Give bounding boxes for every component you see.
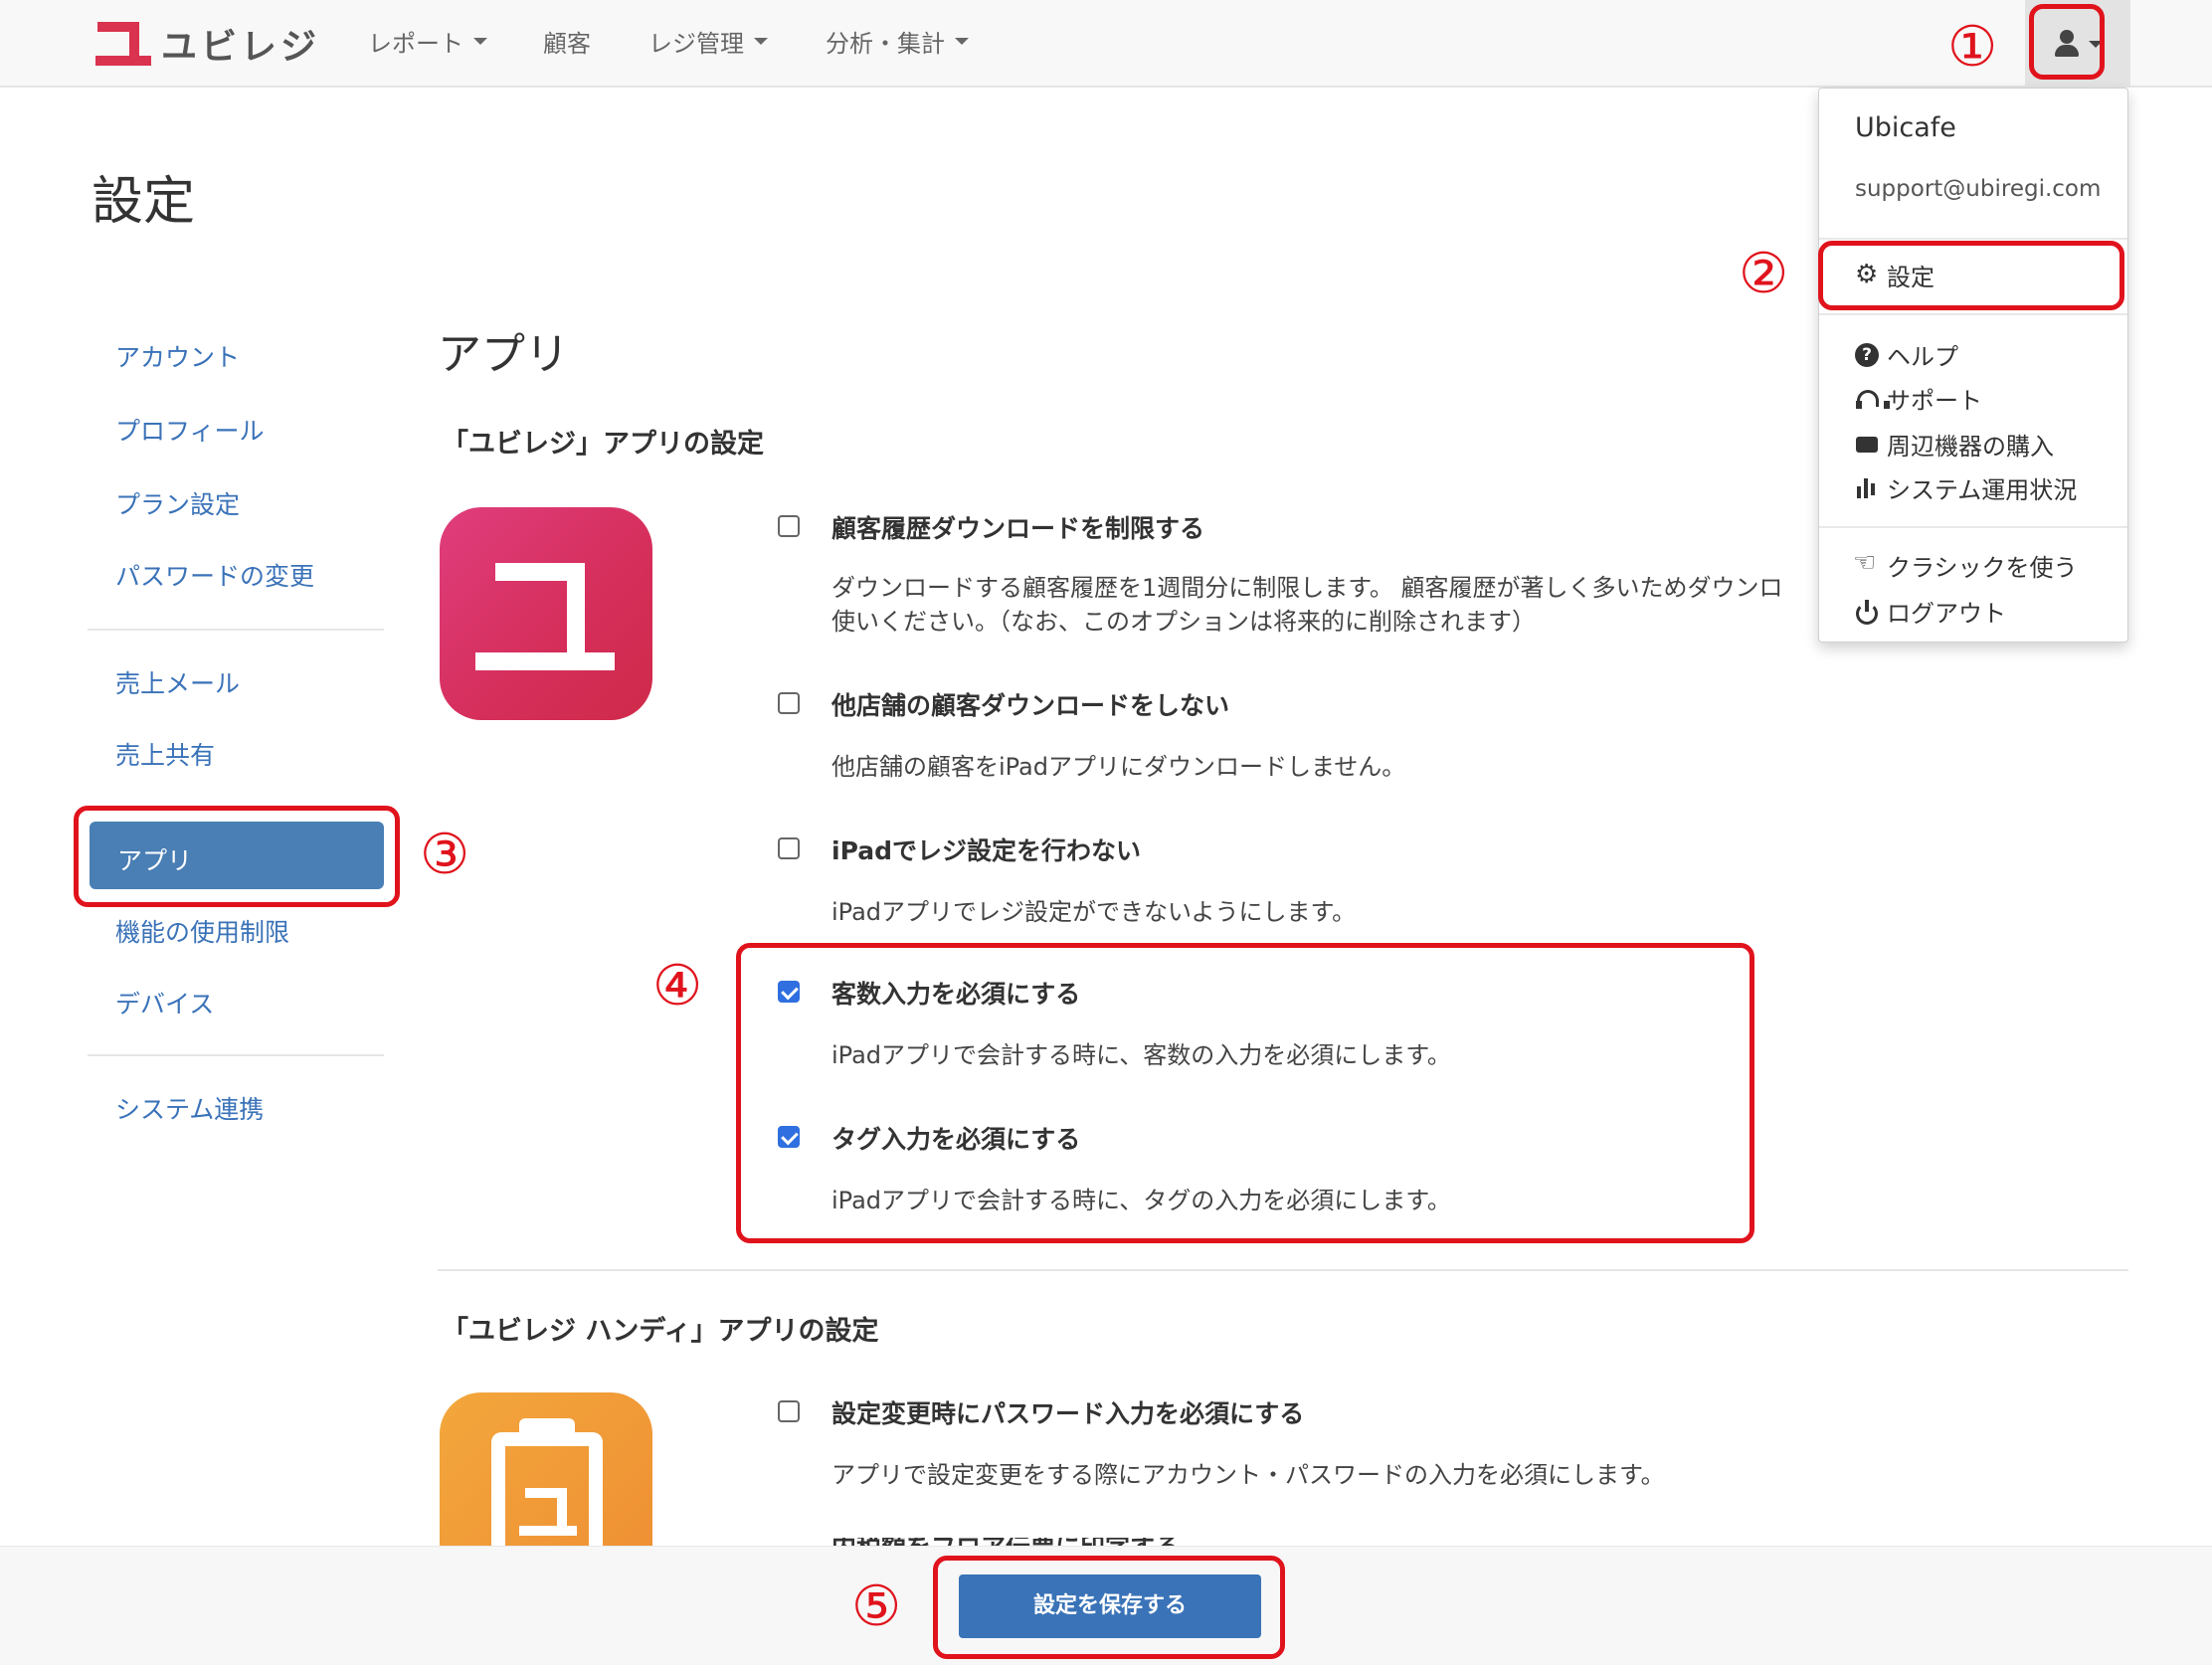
user-email: support@ubiregi.com: [1855, 176, 2102, 202]
sidebar-item-feature-limits[interactable]: 機能の使用制限: [115, 913, 289, 949]
section-divider: [438, 1269, 2128, 1271]
option-label: 設定変更時にパスワード入力を必須にする: [831, 1399, 1305, 1428]
top-navbar: ユビレジ レポート 顧客 レジ管理 分析・集計: [0, 0, 2212, 88]
sidebar-item-account[interactable]: アカウント: [115, 338, 240, 374]
nav-register-management[interactable]: レジ管理: [648, 24, 768, 59]
menu-item-peripherals[interactable]: 周辺機器の購入: [1855, 427, 2054, 462]
nav-analytics[interactable]: 分析・集計: [826, 24, 969, 59]
handy-settings-heading: 「ユビレジ ハンディ」アプリの設定: [442, 1316, 879, 1347]
annotation-box-5: [933, 1556, 1285, 1659]
brand-mark-icon: [95, 22, 153, 66]
sidebar-item-profile[interactable]: プロフィール: [115, 412, 265, 448]
option-label: 他店舗の顧客ダウンロードをしない: [831, 691, 1230, 720]
caret-down-icon: [955, 38, 969, 45]
sidebar-divider: [88, 629, 384, 631]
require-password-on-change-checkbox[interactable]: [778, 1400, 800, 1422]
sidebar-item-sales-share[interactable]: 売上共有: [115, 736, 215, 772]
sidebar-divider: [88, 1054, 384, 1056]
option-label: 顧客履歴ダウンロードを制限する: [831, 514, 1205, 543]
headphones-icon: [1855, 387, 1890, 411]
annotation-number-1: ①: [1947, 15, 1998, 80]
annotation-box-2: [1818, 241, 2124, 310]
sidebar-item-devices[interactable]: デバイス: [115, 985, 214, 1020]
restrict-history-download-checkbox[interactable]: [778, 515, 800, 537]
question-circle-icon: ?: [1855, 342, 1879, 367]
no-ipad-register-settings-checkbox[interactable]: [778, 837, 800, 859]
caret-down-icon: [754, 38, 768, 45]
menu-item-system-status[interactable]: システム運用状況: [1855, 470, 2077, 505]
power-icon: [1855, 599, 1879, 625]
option-description: ダウンロードする顧客履歴を1週間分に制限します。 顧客履歴が著しく多いためダウン…: [831, 574, 1783, 602]
bar-chart-icon: [1855, 476, 1879, 500]
menu-divider: [1819, 526, 2127, 528]
annotation-box-3: [74, 806, 400, 907]
annotation-number-4: ④: [652, 954, 703, 1018]
sidebar-item-sales-mail[interactable]: 売上メール: [115, 664, 240, 700]
hdd-icon: [1855, 433, 1879, 457]
page-title: 設定: [92, 172, 196, 232]
menu-item-support[interactable]: サポート: [1855, 381, 1982, 416]
annotation-number-2: ②: [1739, 242, 1789, 306]
caret-down-icon: [473, 38, 487, 45]
sidebar-item-plan[interactable]: プラン設定: [115, 485, 240, 521]
nav-customers[interactable]: 顧客: [543, 24, 591, 59]
menu-item-help[interactable]: ? ヘルプ: [1855, 337, 1958, 372]
option-description: アプリで設定変更をする際にアカウント・パスワードの入力を必須にします。: [831, 1461, 1665, 1489]
annotation-box-1: [2029, 4, 2105, 80]
nav-reports[interactable]: レポート: [368, 24, 487, 59]
brand-name: ユビレジ: [161, 27, 321, 68]
user-dropdown-menu: Ubicafe support@ubiregi.com 設定 ? ヘルプ サポー…: [1818, 88, 2128, 643]
ubiregi-settings-heading: 「ユビレジ」アプリの設定: [442, 429, 764, 460]
no-other-store-download-checkbox[interactable]: [778, 692, 800, 714]
option-description: 使いください。（なお、このオプションは将来的に削除されます）: [831, 608, 1536, 636]
hand-point-icon: [1853, 548, 1879, 578]
annotation-number-3: ③: [420, 823, 470, 887]
option-label-partial: 内税額をフロア伝票に印字する: [831, 1538, 1180, 1546]
option-label: iPadでレジ設定を行わない: [831, 836, 1141, 865]
section-title: アプリ: [438, 329, 569, 380]
user-name: Ubicafe: [1855, 112, 1956, 143]
annotation-number-5: ⑤: [851, 1574, 902, 1639]
menu-divider: [1819, 313, 2127, 315]
menu-divider: [1819, 238, 2127, 240]
sidebar-item-password[interactable]: パスワードの変更: [115, 557, 314, 593]
option-description: 他店舗の顧客をiPadアプリにダウンロードしません。: [831, 753, 1406, 781]
annotation-box-4: [736, 943, 1754, 1243]
menu-item-logout[interactable]: ログアウト: [1855, 594, 2006, 629]
brand-logo[interactable]: ユビレジ: [95, 14, 320, 74]
ubiregi-app-icon: [440, 507, 652, 720]
option-description: iPadアプリでレジ設定ができないようにします。: [831, 898, 1357, 926]
sidebar-item-integrations[interactable]: システム連携: [115, 1090, 264, 1126]
menu-item-classic[interactable]: クラシックを使う: [1853, 548, 2078, 583]
